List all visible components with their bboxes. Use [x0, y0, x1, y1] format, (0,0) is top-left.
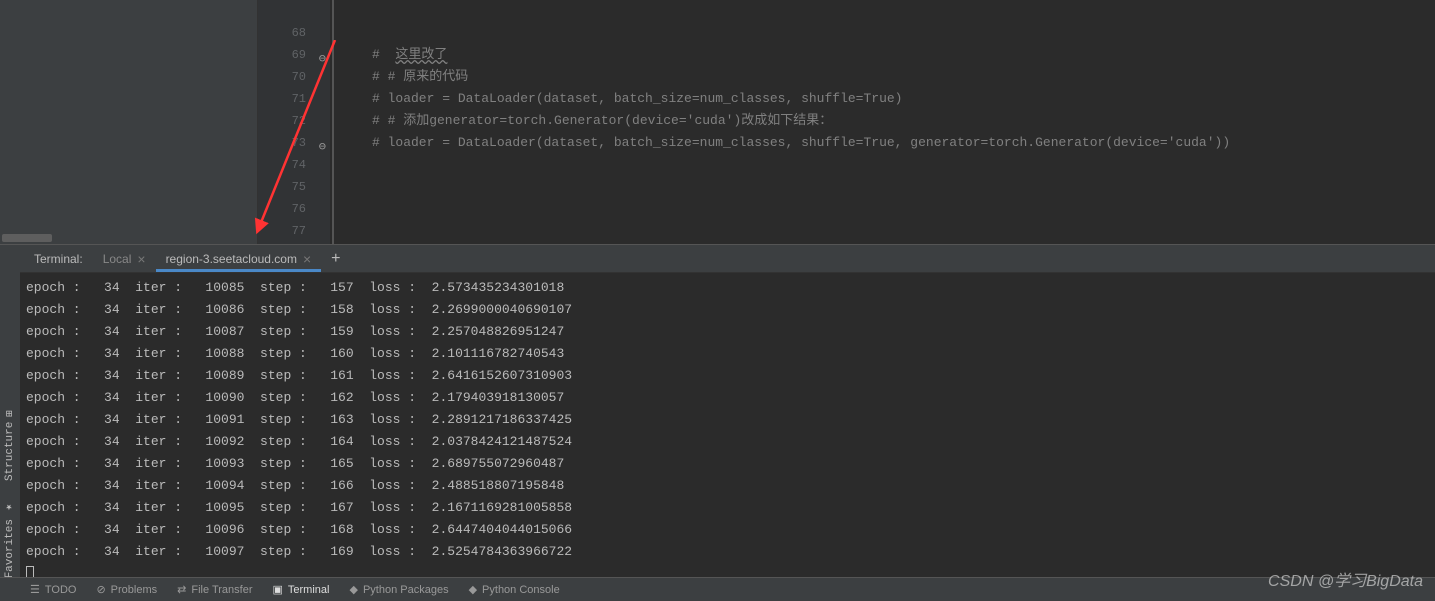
terminal-row: epoch : 34 iter : 10097 step : 169 loss …: [26, 541, 1435, 563]
code-line[interactable]: [372, 22, 1435, 44]
gutter-line: 76: [258, 198, 330, 220]
gutter-line: 73⊖: [258, 132, 330, 154]
bottom-item-icon: ☰: [30, 583, 40, 596]
star-icon: ★: [4, 501, 17, 514]
editor-wrapper: 6869⊖70717273⊖74757677 # 这里改了# # 原来的代码# …: [258, 0, 1435, 244]
bottom-item-label: Python Packages: [363, 584, 449, 596]
terminal-row: epoch : 34 iter : 10089 step : 161 loss …: [26, 365, 1435, 387]
bottom-item-icon: ◆: [349, 583, 357, 596]
code-line[interactable]: [372, 154, 1435, 176]
side-tab-label: Favorites: [4, 519, 16, 578]
gutter-line: 72: [258, 110, 330, 132]
terminal-row: epoch : 34 iter : 10091 step : 163 loss …: [26, 409, 1435, 431]
side-tabs: Structure ⊞ Favorites ★: [0, 245, 20, 598]
terminal-panel: Structure⊞Favorites★ Terminal: Local×reg…: [0, 244, 1435, 598]
editor-area: 6869⊖70717273⊖74757677 # 这里改了# # 原来的代码# …: [0, 0, 1435, 244]
project-panel: [0, 0, 258, 244]
code-line[interactable]: [372, 198, 1435, 220]
code-line[interactable]: # loader = DataLoader(dataset, batch_siz…: [372, 132, 1435, 154]
bottom-item-file-transfer[interactable]: ⇄ File Transfer: [177, 583, 252, 596]
bottom-item-terminal[interactable]: ▣ Terminal: [273, 583, 330, 596]
terminal-row: epoch : 34 iter : 10086 step : 158 loss …: [26, 299, 1435, 321]
code-line[interactable]: # 这里改了: [372, 44, 1435, 66]
terminal-row: epoch : 34 iter : 10093 step : 165 loss …: [26, 453, 1435, 475]
bottom-item-python-console[interactable]: ◆ Python Console: [469, 583, 560, 596]
bottom-item-icon: ◆: [469, 583, 477, 596]
terminal-row: epoch : 34 iter : 10087 step : 159 loss …: [26, 321, 1435, 343]
code-line[interactable]: # # 原来的代码: [372, 66, 1435, 88]
scrollbar[interactable]: [2, 234, 52, 242]
code-line[interactable]: [372, 0, 1435, 22]
bottom-item-label: Terminal: [288, 584, 330, 596]
close-icon[interactable]: ×: [303, 251, 311, 267]
code-line[interactable]: [372, 220, 1435, 242]
bottom-item-icon: ⇄: [177, 583, 186, 596]
side-tab-label: Structure: [4, 421, 16, 480]
close-icon[interactable]: ×: [137, 251, 145, 267]
fold-icon[interactable]: ⊖: [314, 136, 326, 148]
bottom-item-label: TODO: [45, 584, 77, 596]
structure-icon: ⊞: [4, 410, 17, 417]
gutter-line: 74: [258, 154, 330, 176]
gutter-line: 75: [258, 176, 330, 198]
terminal-main: Terminal: Local × region-3.seetacloud.com ×…: [20, 245, 1435, 598]
terminal-row: epoch : 34 iter : 10092 step : 164 loss …: [26, 431, 1435, 453]
gutter-line: 71: [258, 88, 330, 110]
gutter-line: 69⊖: [258, 44, 330, 66]
editor-content[interactable]: # 这里改了# # 原来的代码# loader = DataLoader(dat…: [332, 0, 1435, 244]
fold-icon[interactable]: ⊖: [314, 48, 326, 60]
bottom-item-label: Problems: [111, 584, 157, 596]
side-tab-favorites[interactable]: Favorites ★: [0, 491, 20, 588]
code-line[interactable]: # loader = DataLoader(dataset, batch_siz…: [372, 88, 1435, 110]
terminal-output[interactable]: epoch : 34 iter : 10085 step : 157 loss …: [20, 273, 1435, 585]
terminal-row: epoch : 34 iter : 10090 step : 162 loss …: [26, 387, 1435, 409]
bottom-item-label: File Transfer: [191, 584, 252, 596]
terminal-label: Terminal:: [30, 252, 93, 266]
terminal-tab-label: Local: [103, 252, 132, 266]
terminal-row: epoch : 34 iter : 10095 step : 167 loss …: [26, 497, 1435, 519]
bottom-item-problems[interactable]: ⊘ Problems: [96, 583, 157, 596]
code-line[interactable]: [372, 176, 1435, 198]
terminal-row: epoch : 34 iter : 10096 step : 168 loss …: [26, 519, 1435, 541]
terminal-tab[interactable]: region-3.seetacloud.com ×: [156, 246, 322, 272]
terminal-tab[interactable]: Local ×: [93, 246, 156, 272]
side-tab-structure[interactable]: Structure ⊞: [0, 400, 20, 491]
bottom-toolbar: ☰ TODO ⊘ Problems ⇄ File Transfer ▣ Terminal ◆ Py…: [0, 577, 1435, 601]
bottom-item-icon: ⊘: [96, 583, 105, 596]
bottom-item-icon: ▣: [273, 583, 283, 596]
gutter: 6869⊖70717273⊖74757677: [258, 0, 330, 244]
code-line[interactable]: # # 添加generator=torch.Generator(device='…: [372, 110, 1435, 132]
terminal-tabbar: Terminal: Local × region-3.seetacloud.com ×…: [20, 245, 1435, 273]
terminal-add-button[interactable]: +: [321, 250, 350, 268]
terminal-row: epoch : 34 iter : 10088 step : 160 loss …: [26, 343, 1435, 365]
terminal-row: epoch : 34 iter : 10085 step : 157 loss …: [26, 277, 1435, 299]
bottom-item-python-packages[interactable]: ◆ Python Packages: [349, 583, 448, 596]
gutter-line: 77: [258, 220, 330, 242]
gutter-line: [258, 0, 330, 22]
bottom-item-todo[interactable]: ☰ TODO: [30, 583, 76, 596]
bottom-item-label: Python Console: [482, 584, 560, 596]
terminal-row: epoch : 34 iter : 10094 step : 166 loss …: [26, 475, 1435, 497]
gutter-line: 70: [258, 66, 330, 88]
terminal-tab-label: region-3.seetacloud.com: [166, 252, 297, 266]
gutter-line: 68: [258, 22, 330, 44]
